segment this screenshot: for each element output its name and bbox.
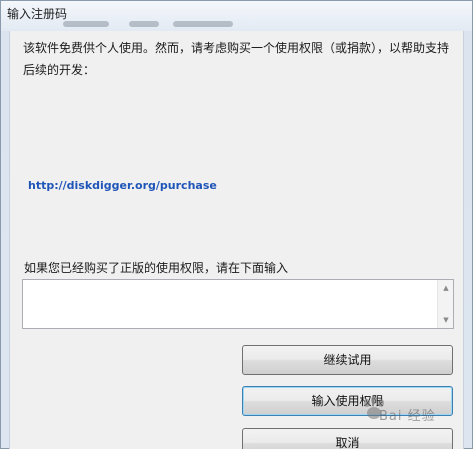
license-input-box: ▲ ▼ [22,279,454,329]
title-bar-blur-1 [63,21,109,27]
baidu-watermark: Bai 经验 [357,393,469,429]
license-input[interactable] [23,280,437,328]
scroll-up-arrow-icon[interactable]: ▲ [438,280,454,296]
cancel-button[interactable]: 取消 [242,428,453,449]
continue-trial-button[interactable]: 继续试用 [242,345,453,375]
watermark-text: Bai 经验 [379,409,436,424]
title-bar[interactable]: 输入注册码 [1,1,472,31]
purchase-link[interactable]: http://diskdigger.org/purchase [28,179,217,192]
license-prompt-label: 如果您已经购买了正版的使用权限，请在下面输入 [24,261,289,275]
dialog-content: 该软件免费供个人使用。然而，请考虑购买一个使用权限（或捐款），以帮助支持后续的开… [9,31,464,449]
title-bar-blur-3 [173,21,233,27]
license-input-scrollbar[interactable]: ▲ ▼ [437,280,453,328]
window-title: 输入注册码 [7,7,68,21]
register-dialog-window: 输入注册码 该软件免费供个人使用。然而，请考虑购买一个使用权限（或捐款），以帮助… [0,0,473,449]
scroll-down-arrow-icon[interactable]: ▼ [438,312,454,328]
title-bar-blur-2 [129,21,159,27]
intro-text: 该软件免费供个人使用。然而，请考虑购买一个使用权限（或捐款），以帮助支持后续的开… [23,41,450,77]
